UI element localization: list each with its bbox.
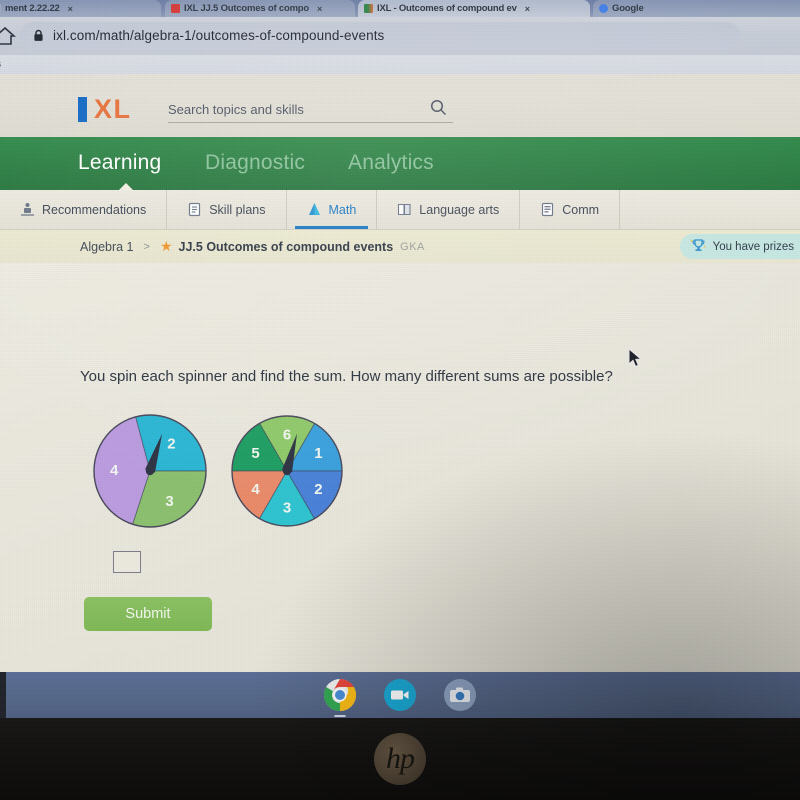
taskbar [0,672,800,718]
spinner-diagrams: 2 4 3 1 6 5 4 3 2 [93,414,343,528]
running-indicator [334,715,346,717]
tab-favicon [0,4,1,13]
browser-tab-0[interactable]: ment 2.22.22 × [0,0,161,17]
lock-icon [33,29,44,42]
spinner-sector-label: 1 [314,445,322,462]
spinner-right: 1 6 5 4 3 2 [231,415,343,527]
spinner-sector-label: 4 [251,481,260,498]
prize-label: You have prizes [712,240,794,253]
tab-common-core[interactable]: Comm [520,190,621,229]
tab-skill-plans[interactable]: Skill plans [167,190,287,229]
nav-item-learning[interactable]: Learning [78,151,161,175]
ixl-logo[interactable]: XL [78,93,132,124]
ixl-header: XL Search topics and skills [0,74,800,137]
search-placeholder: Search topics and skills [168,102,304,117]
ixl-main-nav: Learning Diagnostic Analytics [0,137,800,191]
screen-edge [0,672,6,718]
question-prompt: You spin each spinner and find the sum. … [80,368,613,385]
browser-tab-2[interactable]: IXL - Outcomes of compound ev × [358,0,590,17]
star-icon[interactable]: ★ [160,238,173,255]
hp-logo: hp [374,733,426,785]
browser-tab-strip: ment 2.22.22 × IXL JJ.5 Outcomes of comp… [0,0,800,17]
submit-button[interactable]: Submit [84,597,212,631]
tab-label: Comm [562,202,600,217]
close-icon[interactable]: × [317,4,322,14]
tab-label: Language arts [419,202,500,217]
spinner-sector-label: 2 [314,481,322,498]
close-icon[interactable]: × [68,4,73,14]
tab-title: IXL JJ.5 Outcomes of compo [184,3,310,14]
tab-recommendations[interactable]: Recommendations [0,190,168,229]
question-area: You spin each spinner and find the sum. … [0,263,800,672]
nav-item-diagnostic[interactable]: Diagnostic [205,151,305,175]
tab-label: Math [328,202,357,217]
breadcrumb: Algebra 1 > ★ JJ.5 Outcomes of compound … [0,230,800,263]
answer-input[interactable] [113,551,141,573]
spinner-sector-label: 5 [251,445,259,462]
browser-tab-3[interactable]: Google [593,0,800,17]
nav-item-analytics[interactable]: Analytics [348,151,434,175]
video-camera-icon[interactable] [383,678,417,712]
address-bar[interactable]: ixl.com/math/algebra-1/outcomes-of-compo… [20,22,740,49]
search-input[interactable]: Search topics and skills [168,97,453,123]
laptop-screen-photo: ment 2.22.22 × IXL JJ.5 Outcomes of comp… [0,0,800,800]
tab-favicon [171,4,180,13]
recommendations-icon [20,202,35,217]
logo-i-bar [78,96,87,122]
spinner-hub [145,466,155,476]
tab-favicon [599,4,608,13]
tab-language-arts[interactable]: Language arts [377,190,521,229]
spinner-hub [282,466,292,476]
skill-code: GKA [400,240,425,253]
prize-banner[interactable]: You have prizes [679,234,800,259]
spinner-sector-label: 6 [283,427,291,444]
browser-tab-1[interactable]: IXL JJ.5 Outcomes of compo × [165,0,355,17]
search-icon[interactable] [430,99,447,121]
chrome-icon[interactable] [323,678,357,717]
spinner-left: 2 4 3 [93,414,207,528]
camera-icon[interactable] [443,678,477,712]
math-icon [307,202,322,217]
browser-toolbar: ixl.com/math/algebra-1/outcomes-of-compo… [0,17,800,55]
mouse-cursor [628,347,644,375]
spinner-sector-label: 2 [167,436,175,453]
bookmarks-bar: ks [0,55,800,74]
tab-math[interactable]: Math [287,190,378,229]
ixl-subject-tabs: Recommendations Skill plans Math Languag… [0,190,800,230]
close-icon[interactable]: × [525,4,530,14]
common-core-icon [540,202,555,217]
tab-title: Google [612,3,644,14]
ixl-page: XL Search topics and skills Learning Dia… [0,74,800,672]
url-text: ixl.com/math/algebra-1/outcomes-of-compo… [53,28,385,43]
breadcrumb-separator: > [143,240,150,253]
laptop-bezel: hp [0,718,800,800]
tab-label: Recommendations [42,202,147,217]
spinner-sector-label: 3 [165,493,173,510]
tab-favicon [364,4,373,13]
tab-title: ment 2.22.22 [5,3,60,14]
bookmark-item[interactable]: ks [0,59,1,70]
breadcrumb-current: JJ.5 Outcomes of compound events [178,239,394,254]
skill-plans-icon [187,202,202,217]
spinner-sector-label: 3 [283,499,291,516]
spinner-sector-label: 4 [110,462,119,479]
home-icon[interactable] [0,26,17,46]
breadcrumb-parent[interactable]: Algebra 1 [80,240,134,254]
language-arts-icon [397,202,412,217]
trophy-icon [689,237,707,257]
tab-title: IXL - Outcomes of compound ev [377,3,517,14]
browser-window: ment 2.22.22 × IXL JJ.5 Outcomes of comp… [0,0,800,672]
logo-xl-text: XL [94,93,132,124]
tab-label: Skill plans [209,202,266,217]
